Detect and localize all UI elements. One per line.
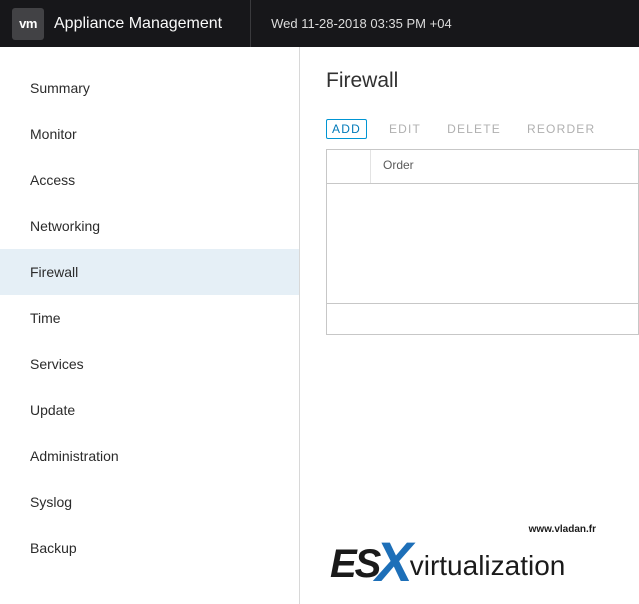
toolbar: ADD EDIT DELETE REORDER (326, 119, 639, 139)
table-body (327, 184, 638, 304)
sidebar-item-summary[interactable]: Summary (0, 65, 299, 111)
sidebar-item-update[interactable]: Update (0, 387, 299, 433)
sidebar-item-firewall[interactable]: Firewall (0, 249, 299, 295)
sidebar-item-backup[interactable]: Backup (0, 525, 299, 571)
reorder-button: REORDER (523, 119, 599, 139)
table-header-select[interactable] (327, 150, 371, 183)
table-header-row: Order (327, 150, 638, 184)
table-header-order[interactable]: Order (371, 150, 638, 183)
watermark-virtualization: virtualization (410, 552, 566, 580)
table-footer (327, 304, 638, 334)
top-bar: vm Appliance Management Wed 11-28-2018 0… (0, 0, 639, 47)
watermark-es: ES (330, 544, 379, 584)
watermark-x-icon: X (375, 534, 412, 590)
page-title: Firewall (326, 69, 639, 93)
sidebar-item-services[interactable]: Services (0, 341, 299, 387)
vmware-logo: vm (12, 8, 44, 40)
sidebar-item-administration[interactable]: Administration (0, 433, 299, 479)
watermark-url: www.vladan.fr (529, 524, 596, 535)
watermark-logo: www.vladan.fr ES X virtualization (330, 534, 610, 584)
add-button[interactable]: ADD (326, 119, 367, 139)
body: Summary Monitor Access Networking Firewa… (0, 47, 639, 604)
firewall-rules-table: Order (326, 149, 639, 335)
sidebar-item-syslog[interactable]: Syslog (0, 479, 299, 525)
main-content: Firewall ADD EDIT DELETE REORDER Order w… (300, 47, 639, 604)
sidebar: Summary Monitor Access Networking Firewa… (0, 47, 300, 604)
sidebar-item-access[interactable]: Access (0, 157, 299, 203)
edit-button: EDIT (385, 119, 425, 139)
header-datetime: Wed 11-28-2018 03:35 PM +04 (251, 16, 452, 31)
delete-button: DELETE (443, 119, 505, 139)
sidebar-item-networking[interactable]: Networking (0, 203, 299, 249)
app-title: Appliance Management (54, 15, 250, 33)
sidebar-item-monitor[interactable]: Monitor (0, 111, 299, 157)
sidebar-item-time[interactable]: Time (0, 295, 299, 341)
